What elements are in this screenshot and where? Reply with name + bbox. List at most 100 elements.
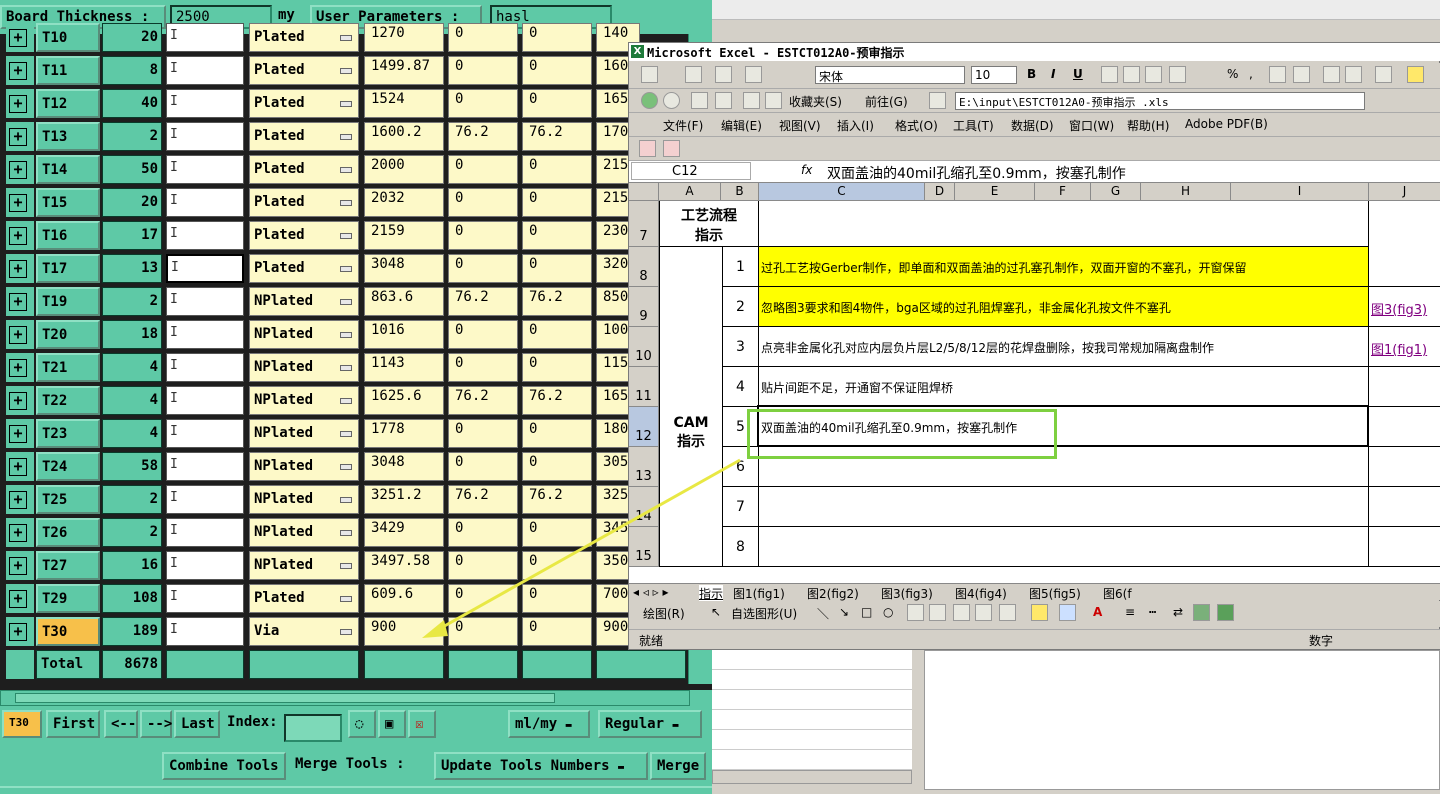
favorites-menu[interactable]: 收藏夹(S): [789, 93, 842, 110]
tool-plus-tol-input[interactable]: 0: [448, 551, 518, 580]
header-blank-cell[interactable]: [759, 201, 1369, 247]
tool-name[interactable]: T19: [36, 287, 100, 316]
tool-size-input[interactable]: 1524: [364, 89, 444, 118]
tool-minus-tol-input[interactable]: 0: [522, 353, 592, 382]
tab-scroll-arrows[interactable]: ◂ ◃ ▹ ▸: [633, 585, 669, 599]
merge-center-icon[interactable]: [1169, 66, 1186, 83]
tool-size-input[interactable]: 2000: [364, 155, 444, 184]
column-header[interactable]: J: [1369, 183, 1440, 201]
tool-name[interactable]: T29: [36, 584, 100, 613]
dropdown-icon[interactable]: [340, 629, 352, 635]
column-header[interactable]: F: [1035, 183, 1091, 201]
tool-name[interactable]: T27: [36, 551, 100, 580]
dropdown-icon[interactable]: [340, 299, 352, 305]
step-text-cell[interactable]: 过孔工艺按Gerber制作，即单面和双面盖油的过孔塞孔制作，双面开窗的不塞孔，开…: [759, 247, 1369, 287]
tool-minus-tol-input[interactable]: 76.2: [522, 122, 592, 151]
sheet-tab[interactable]: 图3(fig3): [881, 585, 933, 602]
menu-item[interactable]: 编辑(E): [721, 117, 762, 134]
tool-type-select[interactable]: NPlated: [249, 485, 359, 514]
dropdown-icon[interactable]: [340, 497, 352, 503]
tool-text-input[interactable]: I: [166, 23, 244, 52]
step-link-cell[interactable]: [1369, 527, 1440, 567]
expand-icon[interactable]: +: [9, 425, 27, 443]
tool-minus-tol-input[interactable]: 0: [522, 584, 592, 613]
tool-text-input[interactable]: I: [166, 584, 244, 613]
units-select[interactable]: ml/my ▬: [508, 710, 590, 738]
step-text-cell[interactable]: 双面盖油的40mil孔缩孔至0.9mm，按塞孔制作: [759, 407, 1369, 447]
cam-label-cell[interactable]: CAM 指示: [659, 247, 723, 567]
menu-item[interactable]: 帮助(H): [1127, 117, 1169, 134]
tool-size-input[interactable]: 1499.87: [364, 56, 444, 85]
picture-icon[interactable]: [685, 66, 702, 83]
merge-button[interactable]: Merge: [650, 752, 706, 780]
dropdown-icon[interactable]: [340, 134, 352, 140]
align-center-icon[interactable]: [1123, 66, 1140, 83]
tool-type-select[interactable]: NPlated: [249, 452, 359, 481]
expand-icon[interactable]: +: [9, 326, 27, 344]
step-link-cell[interactable]: [1369, 447, 1440, 487]
expand-icon[interactable]: +: [9, 293, 27, 311]
underline-icon[interactable]: U: [1073, 67, 1083, 81]
tool-plus-tol-input[interactable]: 0: [448, 221, 518, 250]
tool-plus-tol-input[interactable]: 0: [448, 518, 518, 547]
tool-name[interactable]: T10: [36, 23, 100, 52]
step-text-cell[interactable]: 忽略图3要求和图4物件，bga区域的过孔阻焊塞孔，非金属化孔按文件不塞孔: [759, 287, 1369, 327]
row-header[interactable]: 7: [629, 201, 659, 247]
menu-item[interactable]: 窗口(W): [1069, 117, 1114, 134]
column-header[interactable]: A: [659, 183, 721, 201]
tool-text-input[interactable]: I: [166, 89, 244, 118]
expand-icon[interactable]: +: [9, 590, 27, 608]
process-header-cell[interactable]: 工艺流程 指示: [659, 201, 759, 247]
arrow-style-icon[interactable]: ⇄: [1173, 605, 1183, 619]
tool-size-input[interactable]: 900: [364, 617, 444, 646]
tool-text-input[interactable]: I: [166, 386, 244, 415]
last-button[interactable]: Last: [174, 710, 220, 738]
pdf-icon[interactable]: [639, 140, 656, 157]
tool-type-select[interactable]: NPlated: [249, 419, 359, 448]
scroll-thumb[interactable]: [15, 693, 555, 703]
tool-name[interactable]: T23: [36, 419, 100, 448]
mode-select[interactable]: Regular ▬: [598, 710, 702, 738]
tool-plus-tol-input[interactable]: 0: [448, 584, 518, 613]
expand-icon[interactable]: +: [9, 161, 27, 179]
sheet-tab[interactable]: 指示: [699, 585, 724, 602]
step-number-cell[interactable]: 2: [723, 287, 759, 327]
tool-name[interactable]: T21: [36, 353, 100, 382]
tool-plus-tol-input[interactable]: 0: [448, 617, 518, 646]
dropdown-icon[interactable]: [340, 266, 352, 272]
tool-plus-tol-input[interactable]: 0: [448, 353, 518, 382]
refresh-icon[interactable]: [715, 92, 732, 109]
tool-type-select[interactable]: Plated: [249, 23, 359, 52]
tool-size-input[interactable]: 3497.58: [364, 551, 444, 580]
column-header[interactable]: C: [759, 183, 925, 201]
tool-type-select[interactable]: NPlated: [249, 551, 359, 580]
tool-minus-tol-input[interactable]: 0: [522, 617, 592, 646]
expand-icon[interactable]: +: [9, 194, 27, 212]
expand-icon[interactable]: +: [9, 260, 27, 278]
tool-plus-tol-input[interactable]: 0: [448, 254, 518, 283]
undo-icon[interactable]: [715, 66, 732, 83]
fill-icon[interactable]: [1031, 604, 1048, 621]
menu-item[interactable]: 工具(T): [953, 117, 994, 134]
decrease-decimal-icon[interactable]: [1293, 66, 1310, 83]
row-header[interactable]: 15: [629, 527, 659, 567]
column-header[interactable]: I: [1231, 183, 1369, 201]
menu-item[interactable]: 文件(F): [663, 117, 703, 134]
step-link-cell[interactable]: [1369, 407, 1440, 447]
tool-plus-tol-input[interactable]: 0: [448, 452, 518, 481]
tool-plus-tol-input[interactable]: 76.2: [448, 485, 518, 514]
tool-type-select[interactable]: NPlated: [249, 320, 359, 349]
tool-size-input[interactable]: 1625.6: [364, 386, 444, 415]
expand-icon[interactable]: +: [9, 524, 27, 542]
tool-plus-tol-input[interactable]: 76.2: [448, 287, 518, 316]
dropdown-icon[interactable]: [340, 398, 352, 404]
percent-icon[interactable]: %: [1227, 67, 1238, 81]
diagram-icon[interactable]: [953, 604, 970, 621]
tool-size-input[interactable]: 1600.2: [364, 122, 444, 151]
tool-size-input[interactable]: 1270: [364, 23, 444, 52]
tool-text-input[interactable]: I: [166, 419, 244, 448]
tool-type-select[interactable]: Via: [249, 617, 359, 646]
tool-minus-tol-input[interactable]: 0: [522, 155, 592, 184]
tool-text-input[interactable]: I: [166, 56, 244, 85]
step-link-cell[interactable]: 图3(fig3): [1369, 287, 1440, 327]
